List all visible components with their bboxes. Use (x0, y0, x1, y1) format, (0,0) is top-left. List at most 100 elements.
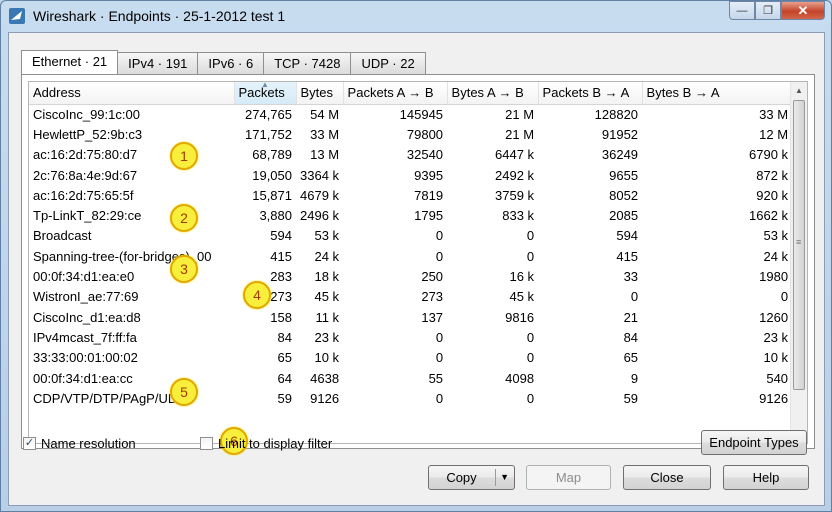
endpoint-types-button[interactable]: Endpoint Types (701, 430, 807, 455)
copy-button[interactable]: Copy ▼ (428, 465, 515, 490)
table-row[interactable]: Tp-LinkT_82:29:ce 3,880 2496 k 1795 833 k 208… (29, 205, 792, 225)
column-header-bytes-a-b[interactable]: Bytes A → B (447, 82, 539, 105)
title-bar[interactable]: Wireshark · Endpoints · 25-1-2012 test 1… (1, 1, 831, 31)
table-row[interactable]: ac:16:2d:75:80:d7 68,789 13 M 32540 6447 k 36… (29, 145, 792, 165)
table-cell: 9 (630, 370, 639, 386)
table-cell: 23 k (763, 329, 789, 345)
close-window-button[interactable]: ✕ (781, 1, 825, 20)
table-cell: 3,880 (259, 208, 292, 224)
scroll-up-icon[interactable]: ▲ (791, 82, 807, 99)
limit-filter-checkbox[interactable] (200, 437, 213, 450)
table-cell: CiscoInc_d1:ea:d8 (33, 309, 141, 325)
tab-ipv4[interactable]: IPv4 · 191 (117, 52, 199, 74)
table-row[interactable]: 33:33:00:01:00:02 65 10 k 0 0 65 10 k (29, 348, 792, 368)
column-header-packets[interactable]: ▲ Packets (234, 81, 297, 105)
table-cell: 158 (270, 309, 292, 325)
table-cell: 1260 (759, 309, 789, 325)
split-divider (495, 469, 496, 486)
copy-button-label: Copy (446, 470, 477, 485)
vertical-scrollbar[interactable]: ▲ ≡ ▼ (790, 82, 807, 443)
table-cell: 274,765 (245, 106, 292, 122)
annotation-marker-3: 3 (170, 255, 198, 283)
table-cell: 273 (421, 289, 444, 305)
column-header-bytes[interactable]: Bytes (296, 82, 344, 105)
table-row[interactable]: CiscoInc_d1:ea:d8 158 11 k 137 9816 21 1260 (29, 307, 792, 327)
table-cell: WistronI_ae:77:69 (33, 289, 139, 305)
scrollbar-thumb[interactable]: ≡ (793, 100, 805, 390)
table-cell: 11 k (315, 309, 340, 325)
table-cell: 65 (623, 350, 639, 366)
table-cell: 65 (277, 350, 292, 366)
tab-ipv6[interactable]: IPv6 · 6 (197, 52, 265, 74)
maximize-button[interactable]: ❐ (755, 1, 781, 20)
table-row[interactable]: 00:0f:34:d1:ea:e0 283 18 k 250 16 k 33 1980 (29, 266, 792, 286)
help-button[interactable]: Help (723, 465, 809, 490)
table-cell: 6447 k (495, 147, 535, 163)
table-cell: 15,871 (252, 187, 292, 203)
tab-panel: Address ▲ Packets Bytes Packets A → B By… (21, 74, 815, 455)
table-cell: 2496 k (300, 208, 340, 224)
table-row[interactable]: CDP/VTP/DTP/PAgP/UDLD 59 9126 0 0 59 9126 (29, 388, 792, 408)
table-cell: 0 (526, 350, 535, 366)
table-cell: 16 k (509, 269, 535, 285)
table-cell: 0 (780, 289, 789, 305)
table-row[interactable]: Broadcast 594 53 k 0 0 594 53 k (29, 226, 792, 246)
tab-udp[interactable]: UDP · 22 (350, 52, 426, 74)
table-cell: 0 (435, 329, 444, 345)
table-cell: 45 k (314, 289, 340, 305)
table-cell: 53 k (763, 228, 789, 244)
table-cell: 833 k (502, 208, 535, 224)
close-button[interactable]: Close (623, 465, 711, 490)
table-cell: Broadcast (33, 228, 92, 244)
grip-icon: ≡ (796, 237, 802, 247)
column-header-address[interactable]: Address (29, 82, 235, 105)
table-cell: 0 (526, 390, 535, 406)
table-row[interactable]: Spanning-tree-(for-bridges)_00 415 24 k 0 0 4… (29, 246, 792, 266)
map-button[interactable]: Map (526, 465, 611, 490)
table-cell: 540 (766, 370, 789, 386)
column-header-packets-b-a[interactable]: Packets B → A (538, 82, 643, 105)
endpoints-table-view[interactable]: Address ▲ Packets Bytes Packets A → B By… (28, 81, 808, 444)
table-cell: 594 (616, 228, 639, 244)
table-cell: 18 k (314, 269, 340, 285)
table-row[interactable]: IPv4mcast_7f:ff:fa 84 23 k 0 0 84 23 k (29, 327, 792, 347)
tab-tcp[interactable]: TCP · 7428 (263, 52, 352, 74)
table-cell: 0 (526, 228, 535, 244)
table-cell: 4638 (310, 370, 340, 386)
chevron-down-icon[interactable]: ▼ (500, 472, 509, 482)
table-cell: 0 (435, 248, 444, 264)
limit-filter-option[interactable]: Limit to display filter (200, 436, 332, 451)
table-cell: 2492 k (495, 167, 535, 183)
table-cell: 872 k (756, 167, 789, 183)
table-row[interactable]: 2c:76:8a:4e:9d:67 19,050 3364 k 9395 2492 k 9… (29, 165, 792, 185)
table-header-row: Address ▲ Packets Bytes Packets A → B By… (29, 81, 793, 105)
endpoints-table: Address ▲ Packets Bytes Packets A → B By… (29, 82, 793, 408)
name-resolution-checkbox[interactable]: ✓ (23, 437, 36, 450)
table-cell: ac:16:2d:75:80:d7 (33, 147, 138, 163)
table-row[interactable]: 00:0f:34:d1:ea:cc 64 4638 55 4098 9 540 (29, 368, 792, 388)
sort-ascending-icon: ▲ (261, 81, 269, 89)
table-row[interactable]: ac:16:2d:75:65:5f 15,871 4679 k 7819 3759 k 8… (29, 185, 792, 205)
table-cell: 4098 (505, 370, 535, 386)
table-row[interactable]: CiscoInc_99:1c:00 274,765 54 M 145945 21 M 12… (29, 104, 792, 124)
table-cell: 4679 k (300, 187, 340, 203)
table-cell: 7819 (414, 187, 444, 203)
name-resolution-option[interactable]: ✓ Name resolution (23, 436, 136, 451)
tab-ethernet[interactable]: Ethernet · 21 (21, 50, 119, 74)
table-row[interactable]: WistronI_ae:77:69 273 45 k 273 45 k00 (29, 287, 792, 307)
table-cell: 2085 (609, 208, 639, 224)
column-header-bytes-b-a[interactable]: Bytes B → A (642, 82, 793, 105)
column-header-packets-a-b[interactable]: Packets A → B (343, 82, 448, 105)
table-cell: 1662 k (749, 208, 789, 224)
table-cell: 415 (270, 248, 292, 264)
table-cell: 9655 (609, 167, 639, 183)
table-cell: 68,789 (252, 147, 292, 163)
table-cell: CDP/VTP/DTP/PAgP/UDLD (33, 390, 194, 406)
minimize-icon: — (736, 4, 748, 17)
table-row[interactable]: HewlettP_52:9b:c3 171,752 33 M 79800 21 M 919… (29, 124, 792, 144)
table-cell: 33 M (310, 126, 340, 142)
table-cell: 0 (435, 228, 444, 244)
minimize-button[interactable]: — (729, 1, 755, 20)
table-cell: 24 k (763, 248, 789, 264)
table-cell: 45 k (509, 289, 535, 305)
